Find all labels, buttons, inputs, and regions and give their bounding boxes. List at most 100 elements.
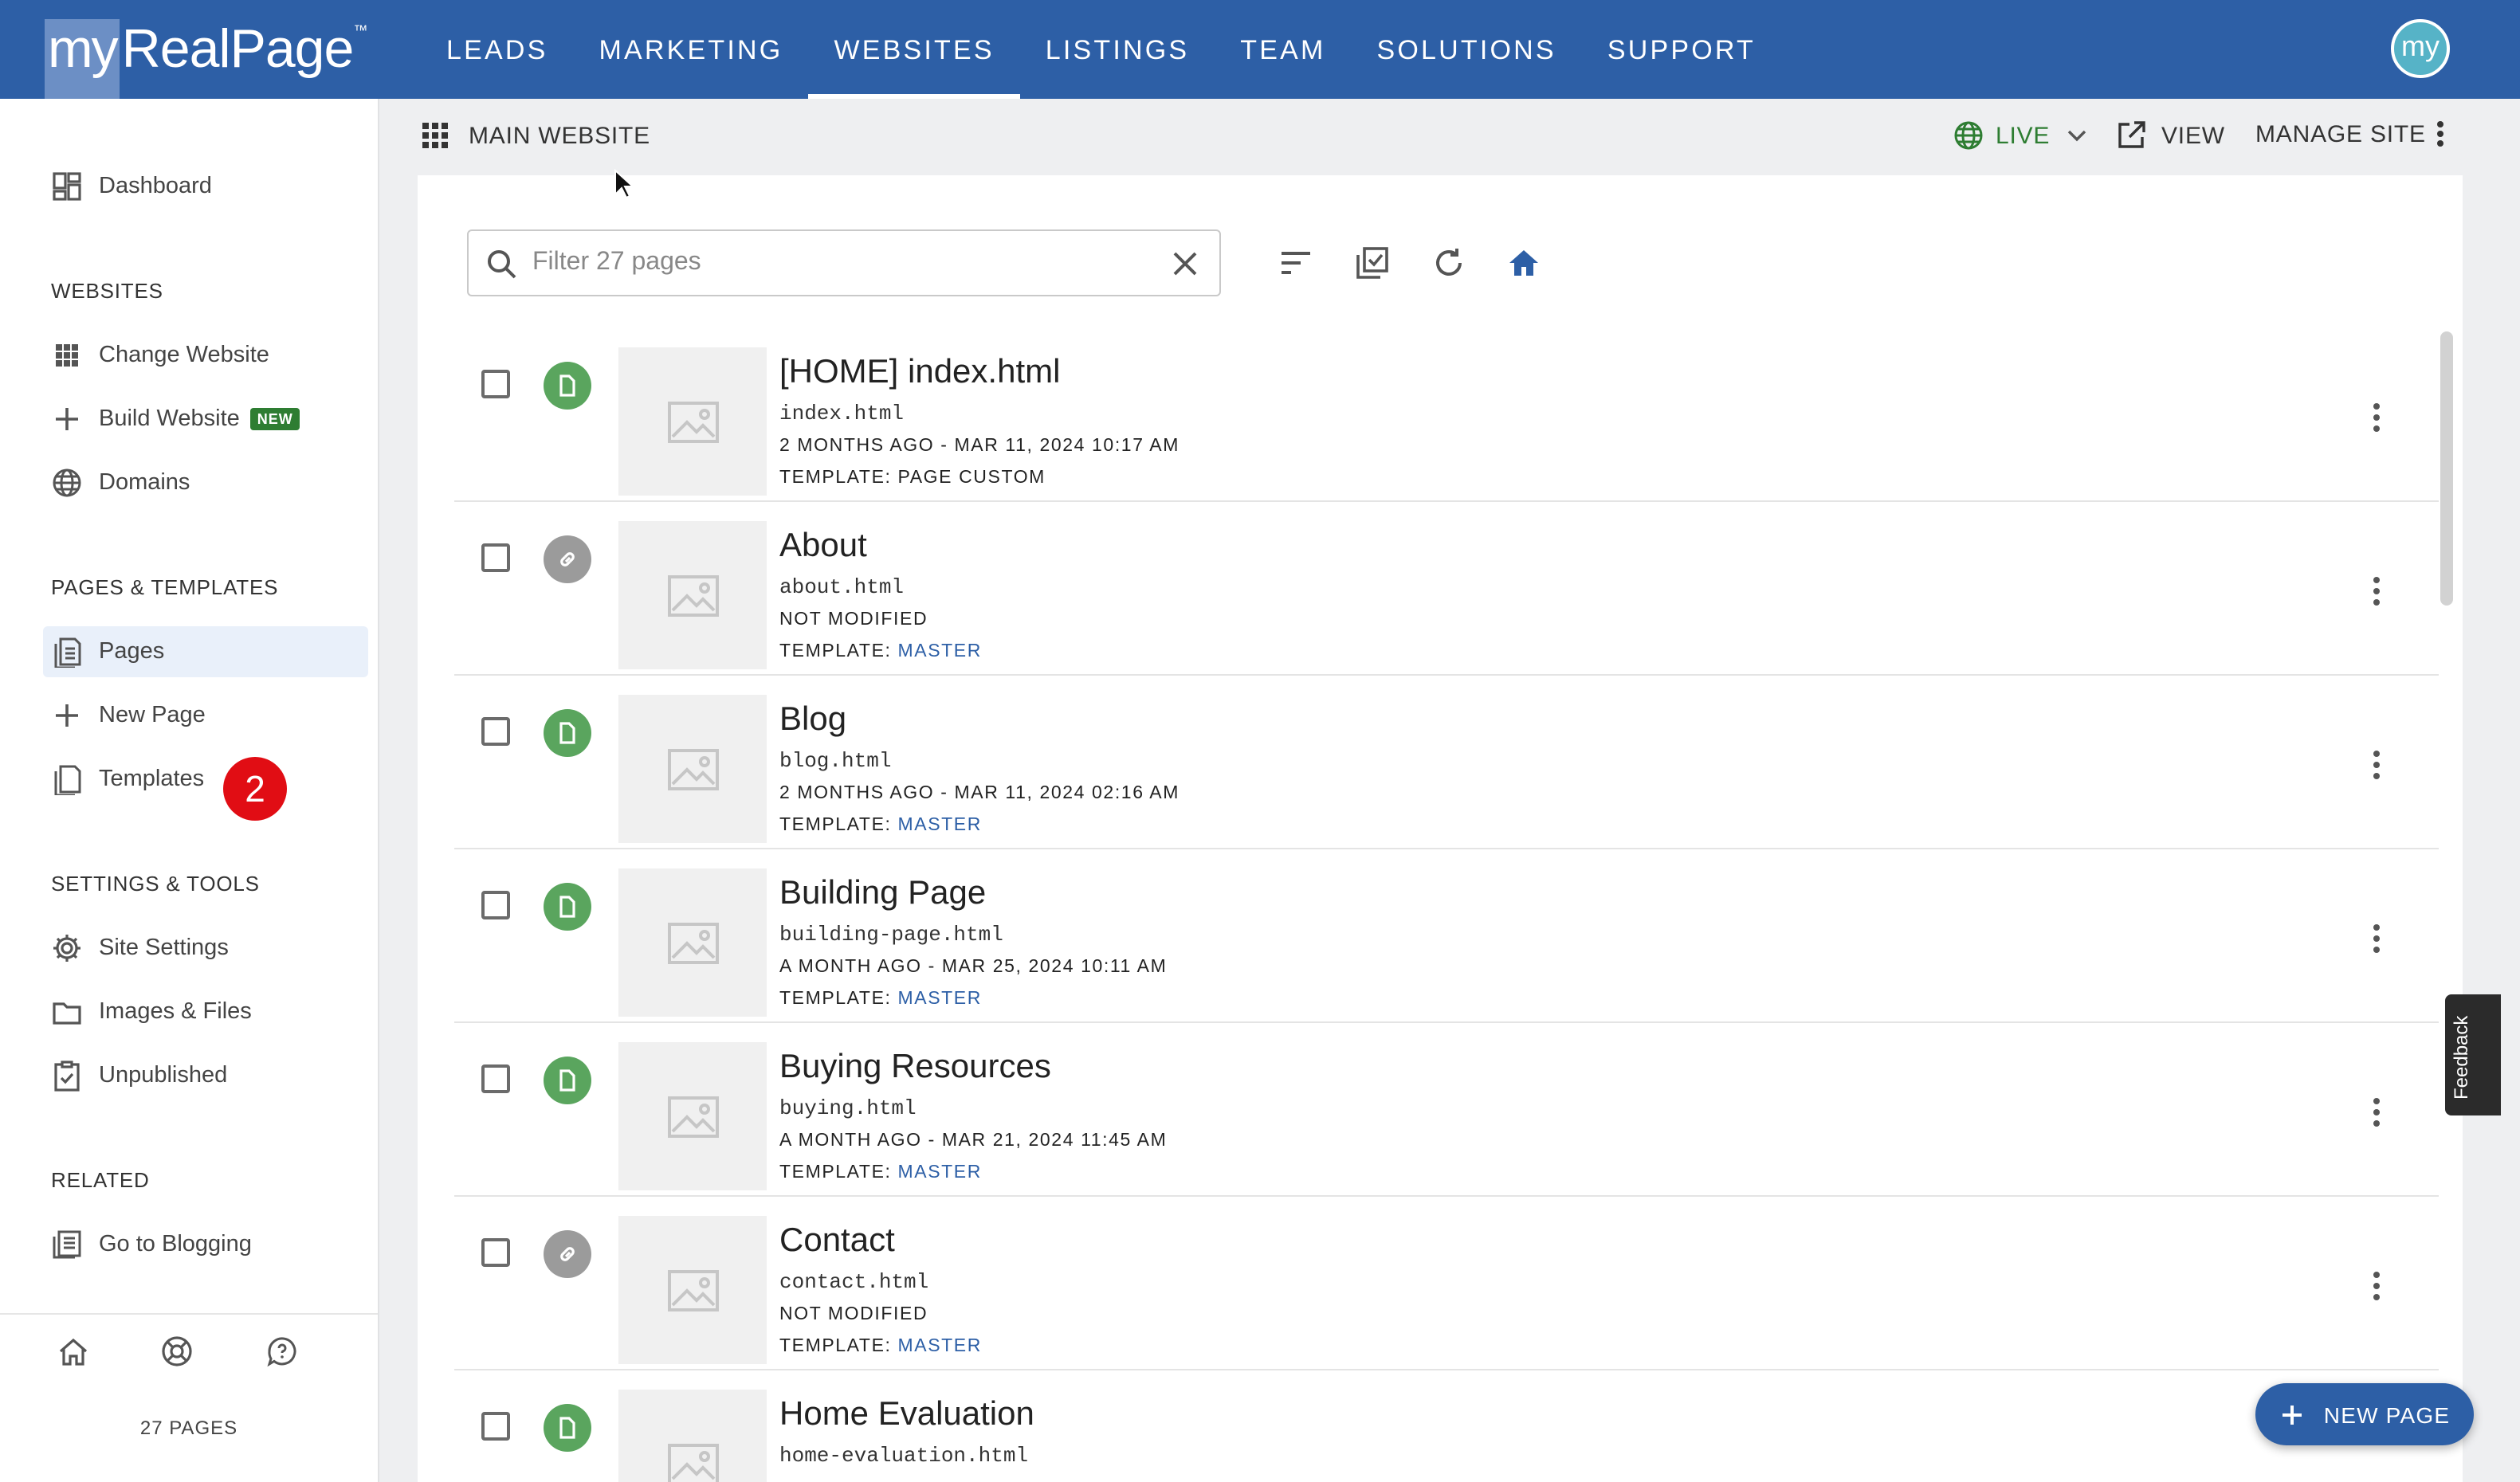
logo-my: my <box>45 19 120 99</box>
sidebar-item-label: Images & Files <box>99 999 252 1025</box>
template-value[interactable]: MASTER <box>898 642 982 661</box>
sidebar-item-templates[interactable]: Templates <box>43 754 368 805</box>
filter-pages-input[interactable] <box>532 245 1138 280</box>
page-name[interactable]: About <box>779 526 982 567</box>
view-site-button[interactable]: VIEW <box>2115 120 2225 151</box>
page-name[interactable]: Blog <box>779 700 1180 741</box>
sidebar-item-pages[interactable]: Pages <box>43 626 368 677</box>
page-icon <box>559 722 575 744</box>
pages-panel: [HOME] index.html index.html 2 MONTHS AG… <box>418 175 2463 1482</box>
sidebar-item-go-to-blogging[interactable]: Go to Blogging <box>43 1219 368 1270</box>
sidebar-item-new-page[interactable]: New Page <box>43 690 368 741</box>
image-placeholder-icon <box>667 922 718 963</box>
template-label: TEMPLATE: <box>779 1163 892 1182</box>
page-status-indicator <box>544 883 591 931</box>
page-thumbnail[interactable] <box>618 347 767 496</box>
page-row[interactable]: Contact contact.html NOT MODIFIED TEMPLA… <box>454 1197 2439 1370</box>
page-row[interactable]: Home Evaluation home-evaluation.html <box>454 1370 2439 1482</box>
new-page-button[interactable]: NEW PAGE <box>2255 1383 2474 1445</box>
page-name[interactable]: Contact <box>779 1221 982 1262</box>
more-vertical-icon[interactable] <box>2372 575 2381 607</box>
sidebar-item-images-files[interactable]: Images & Files <box>43 986 368 1037</box>
page-name[interactable]: [HOME] index.html <box>779 352 1180 394</box>
myrealpage-logo[interactable]: my RealPage ™ <box>45 19 367 99</box>
template-value[interactable]: MASTER <box>898 1337 982 1356</box>
template-label: TEMPLATE: <box>779 816 892 835</box>
apps-grid-icon[interactable] <box>422 123 448 148</box>
more-vertical-icon[interactable] <box>2372 1270 2381 1302</box>
search-icon <box>488 250 516 279</box>
sidebar-item-label: Change Website <box>99 343 269 368</box>
templates-icon <box>51 763 83 795</box>
page-name[interactable]: Home Evaluation <box>779 1394 1034 1436</box>
sort-icon[interactable] <box>1277 244 1315 282</box>
page-filename: home-evaluation.html <box>779 1444 1029 1468</box>
page-row[interactable]: [HOME] index.html index.html 2 MONTHS AG… <box>454 328 2439 502</box>
page-row[interactable]: Buying Resources buying.html A MONTH AGO… <box>454 1023 2439 1197</box>
select-all-icon[interactable] <box>1353 244 1391 282</box>
home-page-icon[interactable] <box>1505 244 1543 282</box>
template-value[interactable]: MASTER <box>898 816 982 835</box>
template-value[interactable]: MASTER <box>898 1163 982 1182</box>
home-icon[interactable] <box>56 1334 91 1369</box>
row-checkbox[interactable] <box>481 891 510 919</box>
page-name[interactable]: Buying Resources <box>779 1047 1167 1088</box>
row-checkbox[interactable] <box>481 1412 510 1441</box>
section-heading-related: RELATED <box>51 1168 150 1192</box>
template-value[interactable]: MASTER <box>898 990 982 1009</box>
nav-marketing[interactable]: MARKETING <box>574 0 809 99</box>
page-modified: A MONTH AGO - MAR 21, 2024 11:45 AM <box>779 1131 1168 1151</box>
feedback-tab[interactable]: Feedback <box>2445 994 2501 1115</box>
filter-search-box[interactable] <box>467 229 1221 296</box>
page-row[interactable]: Building Page building-page.html A MONTH… <box>454 849 2439 1023</box>
row-checkbox[interactable] <box>481 543 510 572</box>
more-vertical-icon[interactable] <box>2372 749 2381 781</box>
sidebar-item-label: Build Website <box>99 406 240 432</box>
page-thumbnail[interactable] <box>618 1042 767 1190</box>
sidebar-item-dashboard[interactable]: Dashboard <box>43 161 368 212</box>
globe-icon <box>1954 121 1983 150</box>
nav-listings[interactable]: LISTINGS <box>1020 0 1215 99</box>
website-header: MAIN WEBSITE LIVE VIEW MANAGE SITE <box>381 99 2520 175</box>
manage-site-button[interactable]: MANAGE SITE <box>2255 120 2445 148</box>
page-thumbnail[interactable] <box>618 521 767 669</box>
page-thumbnail[interactable] <box>618 1390 767 1482</box>
page-name[interactable]: Building Page <box>779 873 1167 915</box>
row-checkbox[interactable] <box>481 1064 510 1093</box>
row-checkbox[interactable] <box>481 1238 510 1267</box>
more-vertical-icon[interactable] <box>2372 1096 2381 1128</box>
row-checkbox[interactable] <box>481 717 510 746</box>
more-vertical-icon[interactable] <box>2372 402 2381 433</box>
chat-question-icon[interactable] <box>265 1334 300 1369</box>
sidebar-item-unpublished[interactable]: Unpublished <box>43 1050 368 1101</box>
live-status-dropdown[interactable]: LIVE <box>1953 120 2088 151</box>
page-row[interactable]: Blog blog.html 2 MONTHS AGO - MAR 11, 20… <box>454 676 2439 849</box>
page-row[interactable]: About about.html NOT MODIFIED TEMPLATE: … <box>454 502 2439 676</box>
help-lifebuoy-icon[interactable] <box>159 1334 194 1369</box>
clear-icon[interactable] <box>1172 250 1199 277</box>
sidebar-item-domains[interactable]: Domains <box>43 457 368 508</box>
page-modified: NOT MODIFIED <box>779 610 928 629</box>
nav-support[interactable]: SUPPORT <box>1582 0 1781 99</box>
page-filename: index.html <box>779 402 905 425</box>
mouse-cursor-icon <box>614 169 635 199</box>
sidebar-item-build-website[interactable]: Build Website NEW <box>43 394 368 445</box>
gear-icon <box>51 932 83 964</box>
nav-solutions[interactable]: SOLUTIONS <box>1352 0 1582 99</box>
nav-websites[interactable]: WEBSITES <box>808 0 1020 99</box>
page-status-indicator <box>544 1230 591 1278</box>
list-scrollbar[interactable] <box>2440 331 2453 606</box>
user-avatar[interactable]: my <box>2391 19 2450 78</box>
sidebar-item-label: Templates <box>99 766 205 792</box>
page-thumbnail[interactable] <box>618 1216 767 1364</box>
page-thumbnail[interactable] <box>618 695 767 843</box>
nav-team[interactable]: TEAM <box>1215 0 1351 99</box>
manage-site-label: MANAGE SITE <box>2255 120 2426 147</box>
row-checkbox[interactable] <box>481 370 510 398</box>
more-vertical-icon[interactable] <box>2372 923 2381 955</box>
refresh-icon[interactable] <box>1430 244 1468 282</box>
sidebar-item-site-settings[interactable]: Site Settings <box>43 923 368 974</box>
sidebar-item-change-website[interactable]: Change Website <box>43 330 368 381</box>
nav-leads[interactable]: LEADS <box>421 0 574 99</box>
page-thumbnail[interactable] <box>618 868 767 1017</box>
